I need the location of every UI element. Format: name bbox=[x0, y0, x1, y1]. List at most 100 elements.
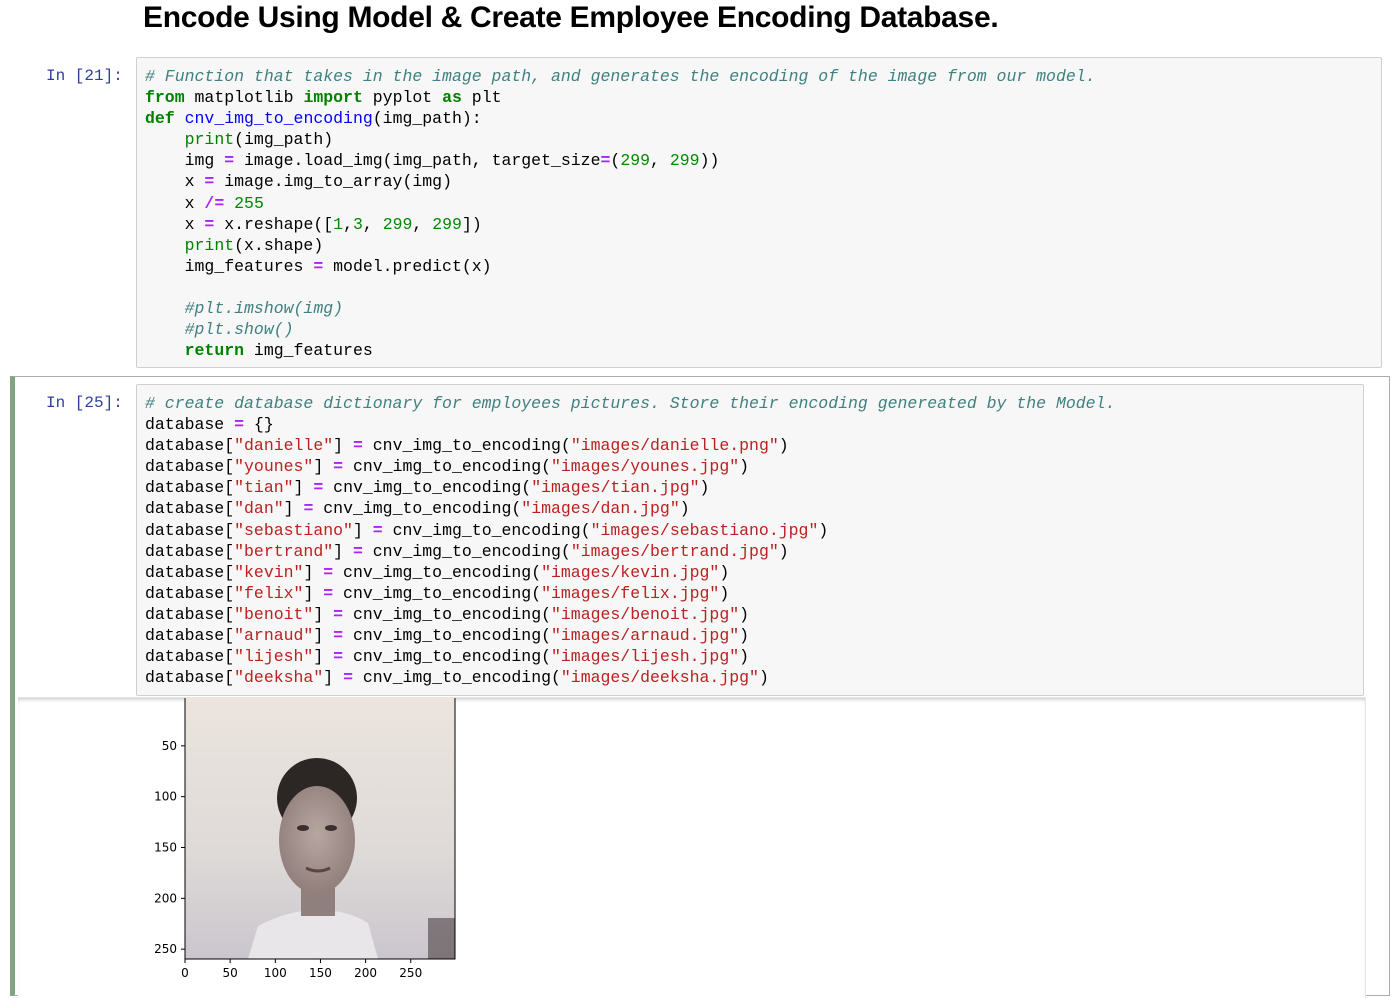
code-token: database[ bbox=[145, 478, 235, 498]
code-token: cnv_img_to_encoding bbox=[184, 109, 373, 129]
code-token: x bbox=[145, 193, 205, 213]
x-tick-label: 150 bbox=[309, 966, 332, 980]
code-token: "images/younes.jpg" bbox=[551, 457, 740, 477]
code-token: = bbox=[372, 520, 383, 540]
code-token: database[ bbox=[145, 562, 235, 582]
code-token: = bbox=[234, 415, 245, 435]
code-token: (x.shape) bbox=[234, 235, 324, 255]
code-line: database["lijesh"] = cnv_img_to_encoding… bbox=[145, 646, 1115, 667]
cell-prompt: In [21]: bbox=[46, 67, 123, 85]
code-token: ) bbox=[758, 668, 769, 688]
code-token: "kevin" bbox=[234, 562, 304, 582]
code-token: "tian" bbox=[234, 478, 294, 498]
code-token: "images/danielle.png" bbox=[570, 436, 779, 456]
code-token: ) bbox=[739, 626, 750, 646]
code-token: = bbox=[352, 541, 363, 561]
code-token: database[ bbox=[145, 520, 235, 540]
code-token: ) bbox=[719, 562, 730, 582]
code-token: (img_path): bbox=[372, 109, 482, 129]
code-line: database["dan"] = cnv_img_to_encoding("i… bbox=[145, 498, 1115, 519]
code-token: database[ bbox=[145, 541, 235, 561]
x-tick-label: 250 bbox=[399, 966, 422, 980]
code-token: "danielle" bbox=[234, 436, 334, 456]
code-token: database[ bbox=[145, 604, 235, 624]
code-line: #plt.show() bbox=[145, 319, 1096, 340]
code-token: 255 bbox=[234, 193, 264, 213]
code-line: database["danielle"] = cnv_img_to_encodi… bbox=[145, 435, 1115, 456]
code-token: = bbox=[323, 583, 334, 603]
code-text[interactable]: # Function that takes in the image path,… bbox=[145, 66, 1096, 361]
code-token: ] bbox=[293, 478, 314, 498]
code-token: = bbox=[352, 436, 363, 456]
x-tick-label: 200 bbox=[354, 966, 377, 980]
code-line: database["sebastiano"] = cnv_img_to_enco… bbox=[145, 520, 1115, 541]
code-token: , bbox=[650, 151, 670, 171]
code-token: pyplot bbox=[362, 88, 443, 108]
photo-image bbox=[185, 698, 455, 959]
code-token: image.img_to_array(img) bbox=[214, 172, 452, 192]
code-token: = bbox=[343, 668, 353, 688]
code-line: def cnv_img_to_encoding(img_path): bbox=[145, 108, 1096, 129]
code-token: database[ bbox=[145, 436, 235, 456]
y-tick-label: 100 bbox=[154, 790, 177, 804]
code-token: )) bbox=[699, 151, 720, 171]
code-line: database["deeksha"] = cnv_img_to_encodin… bbox=[145, 667, 1115, 688]
code-token: database bbox=[145, 415, 235, 435]
code-token: database[ bbox=[145, 647, 235, 667]
code-token: x.reshape([ bbox=[214, 214, 334, 234]
code-cell-editor[interactable]: # create database dictionary for employe… bbox=[136, 384, 1364, 696]
code-token: , bbox=[343, 214, 353, 234]
code-token: "dan" bbox=[234, 499, 284, 519]
code-line: x /= 255 bbox=[145, 193, 1096, 214]
code-line: print(img_path) bbox=[145, 129, 1096, 150]
code-token: 299 bbox=[620, 151, 651, 171]
code-token: model.predict(x) bbox=[323, 256, 492, 276]
code-token: as bbox=[442, 88, 462, 108]
code-token: cnv_img_to_encoding( bbox=[343, 647, 551, 667]
code-line: print(x.shape) bbox=[145, 235, 1096, 256]
code-token: #plt.imshow(img) bbox=[184, 299, 344, 319]
code-token: "images/sebastiano.jpg" bbox=[590, 520, 819, 540]
code-line: database["felix"] = cnv_img_to_encoding(… bbox=[145, 583, 1115, 604]
code-token: "images/arnaud.jpg" bbox=[551, 626, 740, 646]
code-token: = bbox=[333, 626, 344, 646]
code-token: ) bbox=[778, 436, 789, 456]
code-token: cnv_img_to_encoding( bbox=[333, 583, 542, 603]
code-text[interactable]: # create database dictionary for employe… bbox=[145, 393, 1115, 688]
code-token: ] bbox=[303, 562, 324, 582]
code-line: #plt.imshow(img) bbox=[145, 298, 1096, 319]
code-token: "images/felix.jpg" bbox=[541, 583, 720, 603]
code-token: print bbox=[184, 235, 235, 255]
code-token: database[ bbox=[145, 457, 235, 477]
code-token: ] bbox=[313, 457, 334, 477]
code-token: cnv_img_to_encoding( bbox=[323, 478, 532, 498]
code-token: ] bbox=[313, 604, 334, 624]
code-line: database["benoit"] = cnv_img_to_encoding… bbox=[145, 604, 1115, 625]
image-plot: 50 100 150 200 250 0 50 100 150 200 250 bbox=[154, 698, 456, 980]
y-tick-label: 150 bbox=[154, 841, 177, 855]
code-token: cnv_img_to_encoding( bbox=[343, 457, 551, 477]
code-token: 299 bbox=[382, 214, 413, 234]
code-token: database[ bbox=[145, 583, 235, 603]
code-token: from bbox=[145, 88, 185, 108]
code-token: , bbox=[362, 214, 383, 234]
code-token: cnv_img_to_encoding( bbox=[352, 668, 561, 688]
code-token: "images/deeksha.jpg" bbox=[560, 668, 759, 688]
code-token: ( bbox=[610, 151, 621, 171]
code-token: , bbox=[412, 214, 433, 234]
code-token: ] bbox=[283, 499, 304, 519]
code-token: ] bbox=[352, 520, 373, 540]
code-token: database[ bbox=[145, 668, 235, 688]
code-token: ) bbox=[739, 647, 750, 667]
x-tick-label: 0 bbox=[181, 966, 189, 980]
y-tick-label: 250 bbox=[154, 942, 177, 956]
code-token: "sebastiano" bbox=[234, 520, 353, 540]
code-line: img = image.load_img(img_path, target_si… bbox=[145, 150, 1096, 171]
code-cell-editor[interactable]: # Function that takes in the image path,… bbox=[136, 57, 1382, 368]
code-token: "images/tian.jpg" bbox=[531, 478, 700, 498]
code-token: img bbox=[145, 151, 225, 171]
